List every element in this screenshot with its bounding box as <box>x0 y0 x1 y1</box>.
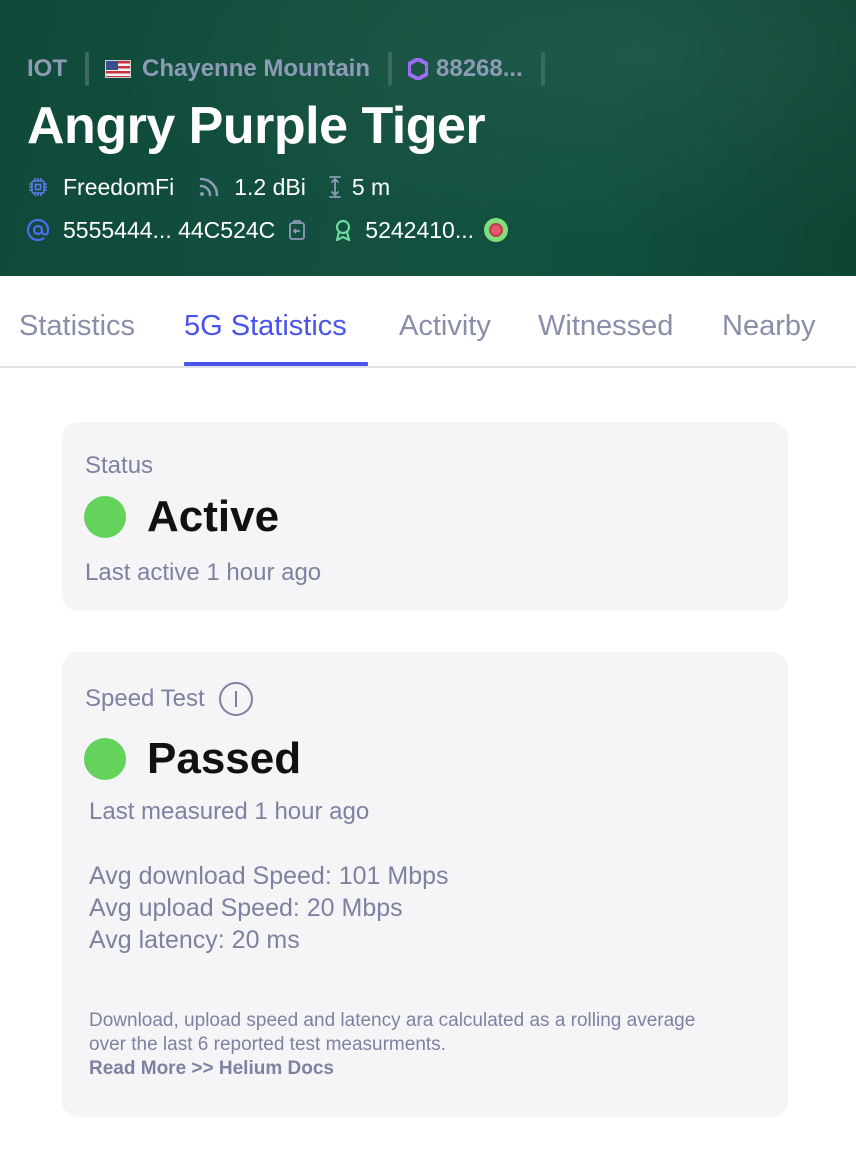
breadcrumb-location[interactable]: Chayenne Mountain <box>105 55 370 83</box>
speed-test-stats: Avg download Speed: 101 Mbps Avg upload … <box>89 860 449 956</box>
hotspot-specs: FreedomFi 1.2 dBi 5 m <box>27 172 390 202</box>
hexagon-icon <box>408 58 429 80</box>
address-label: 5555444... 44C524C <box>63 216 276 243</box>
speed-test-value: Passed <box>147 734 302 783</box>
tab-nearby[interactable]: Nearby <box>722 310 816 343</box>
speed-test-note-text: Download, upload speed and latency ara c… <box>89 1010 696 1055</box>
breadcrumb-hex[interactable]: 88268... <box>408 55 523 83</box>
breadcrumb-divider <box>388 52 393 86</box>
avg-latency: Avg latency: 20 ms <box>89 926 300 954</box>
breadcrumb-divider <box>85 52 89 86</box>
breadcrumb-location-label: Chayenne Mountain <box>142 55 371 82</box>
status-subtitle: Last active 1 hour ago <box>85 559 322 586</box>
bullseye-icon <box>484 218 508 242</box>
hotspot-ids: 5555444... 44C524C 5242410... <box>27 215 508 245</box>
signal-icon <box>198 176 220 198</box>
speed-test-indicator <box>84 738 126 780</box>
copy-icon[interactable] <box>287 219 307 241</box>
breadcrumb-divider <box>540 52 545 86</box>
owner-info[interactable]: 5242410... <box>333 217 508 244</box>
tab-5g-statistics[interactable]: 5G Statistics <box>184 310 347 343</box>
maker-label: FreedomFi <box>63 173 175 200</box>
gain-label: 1.2 dBi <box>234 173 306 200</box>
status-indicator <box>84 496 126 538</box>
tab-activity[interactable]: Activity <box>399 310 491 343</box>
hotspot-header: IOT Chayenne Mountain 88268... Angry Pur… <box>0 0 856 276</box>
chip-icon <box>27 176 49 198</box>
avg-download-speed: Avg download Speed: 101 Mbps <box>89 862 449 890</box>
us-flag-icon <box>105 60 131 78</box>
speed-test-card: Speed Test Passed Last measured 1 hour a… <box>62 652 788 1117</box>
read-more-link[interactable]: Read More >> Helium Docs <box>89 1058 334 1079</box>
status-card: Status Active Last active 1 hour ago <box>62 422 788 611</box>
speed-test-label: Speed Test <box>85 685 205 712</box>
tab-bar: Statistics 5G Statistics Activity Witnes… <box>0 276 856 368</box>
breadcrumb-hex-label: 88268... <box>436 55 523 82</box>
tab-statistics[interactable]: Statistics <box>19 310 135 343</box>
gain-info: 1.2 dBi <box>198 174 306 201</box>
address-info: 5555444... 44C524C <box>27 217 275 244</box>
status-label: Status <box>85 452 154 479</box>
active-tab-indicator <box>184 362 368 366</box>
tab-witnessed[interactable]: Witnessed <box>538 310 673 343</box>
height-icon <box>328 175 342 199</box>
page-title: Angry Purple Tiger <box>27 97 486 155</box>
at-icon <box>27 219 49 241</box>
avg-upload-speed: Avg upload Speed: 20 Mbps <box>89 894 403 922</box>
elevation-info: 5 m <box>328 174 390 201</box>
elevation-label: 5 m <box>351 173 391 200</box>
status-value: Active <box>147 492 280 541</box>
speed-test-subtitle: Last measured 1 hour ago <box>89 798 370 825</box>
breadcrumb-network[interactable]: IOT <box>27 55 67 83</box>
user-badge-icon <box>333 219 353 241</box>
owner-label: 5242410... <box>365 216 474 243</box>
info-icon[interactable] <box>218 682 253 716</box>
breadcrumb: IOT Chayenne Mountain 88268... <box>27 52 561 86</box>
speed-test-header: Speed Test <box>85 682 253 716</box>
speed-test-note: Download, upload speed and latency ara c… <box>89 1009 729 1081</box>
maker-info: FreedomFi <box>27 174 174 201</box>
